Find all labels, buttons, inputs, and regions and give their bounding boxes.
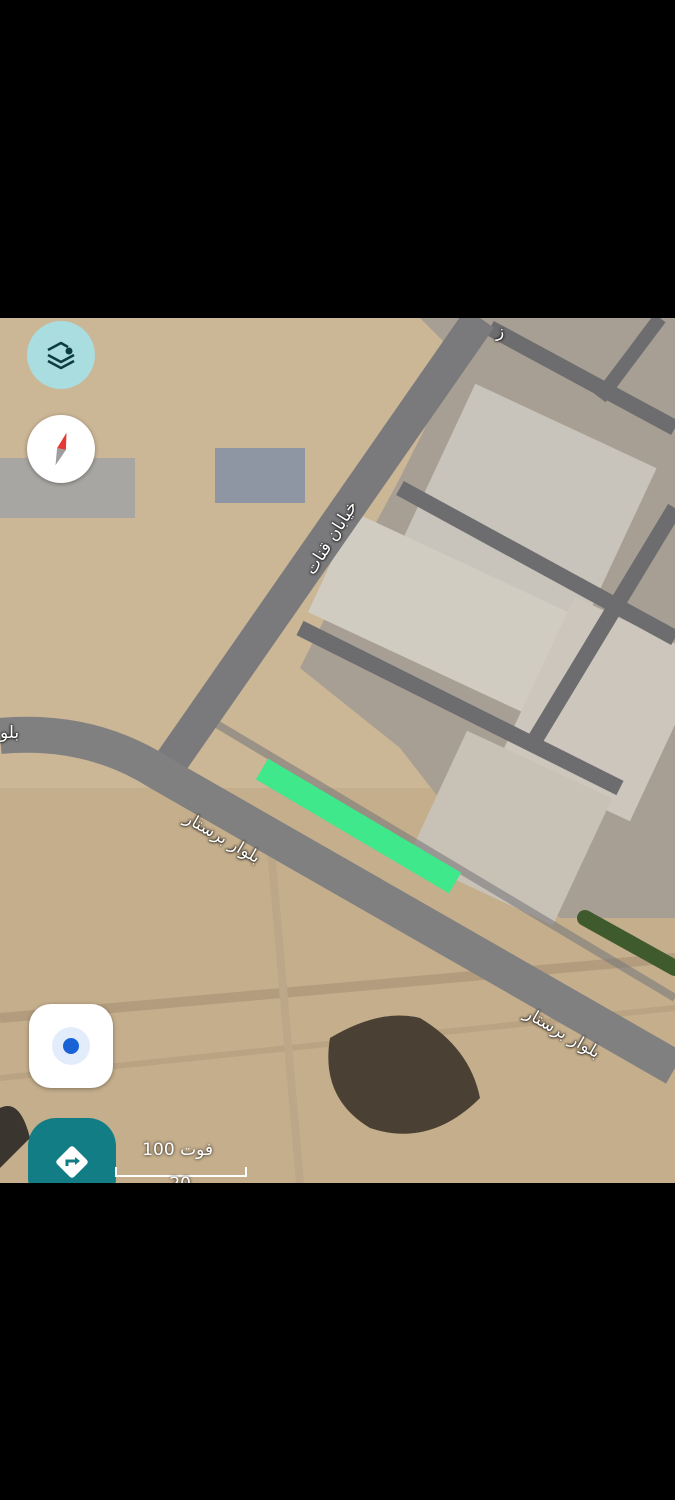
scale-label-secondary: 20: [169, 1174, 191, 1183]
compass-icon: [55, 432, 67, 466]
street-label-left-cut: بلو: [0, 723, 20, 743]
layers-button[interactable]: [27, 321, 95, 389]
scale-label: 100 فوت: [142, 1140, 213, 1160]
satellite-map[interactable]: خیابان قنات بلوار برستار بلوار برستار بل…: [0, 318, 675, 1183]
directions-button[interactable]: [28, 1118, 116, 1183]
layers-icon: [47, 341, 75, 370]
directions-icon: [56, 1146, 88, 1178]
street-label-top-cut: ز: [496, 322, 505, 342]
my-location-button[interactable]: [29, 1004, 113, 1088]
compass-button[interactable]: [27, 415, 95, 483]
map-scale: 100 فوت 20: [113, 1140, 253, 1183]
my-location-icon: [52, 1027, 90, 1065]
